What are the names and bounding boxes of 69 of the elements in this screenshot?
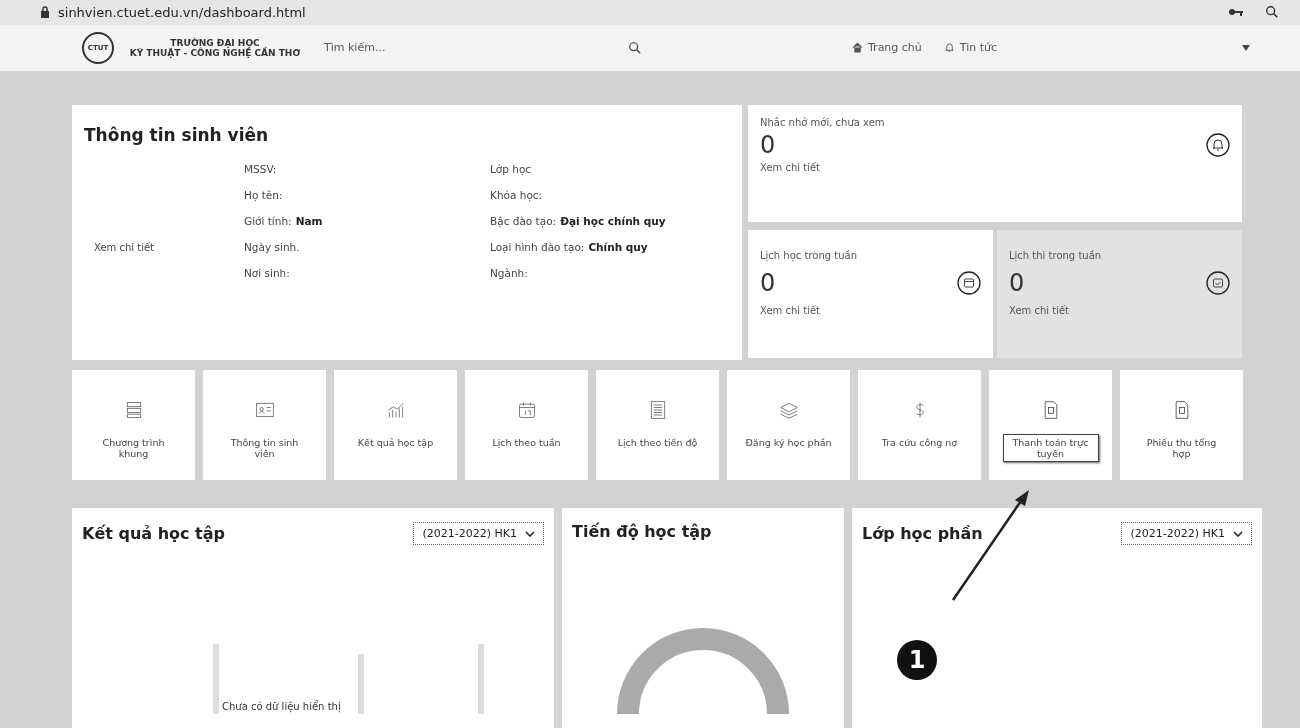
- chart-icon: [385, 400, 406, 420]
- shortcut-tile[interactable]: Kết quả học tập: [334, 370, 457, 480]
- stat-count: 0: [760, 131, 776, 159]
- card-title: Thông tin sinh viên: [84, 125, 270, 145]
- shortcut-tile[interactable]: Đăng ký học phần: [727, 370, 850, 480]
- tile-label: Phiếu thu tổng hợp: [1145, 436, 1218, 461]
- chevron-down-icon: [525, 530, 535, 537]
- empty-message: Chưa có dữ liệu hiển thị: [222, 701, 341, 712]
- info-field: Khóa học:: [490, 189, 730, 201]
- info-field: Ngày sinh.: [244, 241, 490, 253]
- url-text[interactable]: sinhvien.ctuet.edu.vn/dashboard.html: [58, 4, 306, 20]
- faint-bar: [213, 644, 219, 714]
- nav-link[interactable]: Tin tức: [943, 41, 998, 55]
- shortcut-tile[interactable]: Phiếu thu tổng hợp: [1120, 370, 1243, 480]
- calendar-check-icon: [1206, 271, 1230, 295]
- stack-icon: [778, 400, 799, 420]
- tile-label: Chương trình khung: [101, 436, 166, 461]
- tile-label: Đăng ký học phần: [744, 436, 833, 450]
- stat-count: 0: [760, 269, 776, 297]
- details-link[interactable]: Xem chi tiết: [1009, 305, 1230, 316]
- id-card-icon: [254, 400, 275, 420]
- info-field: Nơi sinh:: [244, 267, 490, 279]
- stat-title: Nhắc nhở mới, chưa xem: [760, 117, 886, 128]
- info-field: Bậc đào tạo: Đại học chính quy: [490, 215, 730, 227]
- nav-link[interactable]: Trang chủ: [852, 41, 922, 55]
- shortcut-tile[interactable]: Lịch theo tiến độ: [596, 370, 719, 480]
- tile-label: Thông tin sinh viên: [229, 436, 300, 461]
- tile-label: Lịch theo tuần: [491, 436, 562, 450]
- semester-select[interactable]: (2021-2022) HK1: [413, 522, 544, 545]
- info-field: Loại hình đào tạo: Chính quy: [490, 241, 730, 253]
- shortcut-tile[interactable]: Chương trình khung: [72, 370, 195, 480]
- semester-select[interactable]: (2021-2022) HK1: [1121, 522, 1252, 545]
- info-field: Họ tên:: [244, 189, 490, 201]
- tile-label: Tra cứu công nợ: [880, 436, 959, 450]
- bell-icon: [1206, 133, 1230, 157]
- panel-title: Kết quả học tập: [82, 524, 225, 543]
- calendar-icon: [957, 271, 981, 295]
- search-field[interactable]: Tìm kiếm...: [322, 40, 628, 56]
- lock-icon: [40, 6, 50, 19]
- shortcut-tile[interactable]: Lịch theo tuần: [465, 370, 588, 480]
- details-link[interactable]: Xem chi tiết: [760, 305, 981, 316]
- stat-title: Lịch thi trong tuần: [1009, 250, 1103, 261]
- info-field: MSSV:: [244, 163, 490, 175]
- tile-label: Thanh toán trực tuyến: [1002, 434, 1099, 462]
- faint-bar: [478, 644, 484, 714]
- faint-bar: [358, 654, 364, 714]
- school-name: KỸ THUẬT - CÔNG NGHỆ CẦN THƠ: [129, 47, 301, 58]
- panel-title: Tiến độ học tập: [572, 522, 712, 541]
- zoom-icon[interactable]: [1264, 5, 1280, 20]
- info-field: Giới tính: Nam: [244, 215, 490, 227]
- bell-icon: [943, 42, 955, 54]
- info-field: Ngành:: [490, 267, 730, 279]
- home-icon: [852, 42, 863, 54]
- chevron-down-icon: [1233, 530, 1243, 537]
- details-link[interactable]: Xem chi tiết: [760, 162, 1230, 173]
- info-field: Lớp học: [490, 163, 730, 175]
- search-icon[interactable]: [628, 40, 642, 55]
- panel-title: Lớp học phần: [862, 524, 983, 543]
- shortcut-tile[interactable]: Tra cứu công nợ: [858, 370, 981, 480]
- dropdown-caret-icon[interactable]: [1242, 44, 1250, 51]
- stat-title: Lịch học trong tuần: [760, 250, 859, 261]
- shortcut-tile[interactable]: Thông tin sinh viên: [203, 370, 326, 480]
- details-link[interactable]: Xem chi tiết: [94, 242, 244, 253]
- shortcut-tile[interactable]: Thanh toán trực tuyến: [989, 370, 1112, 480]
- school-name: TRƯỜNG ĐẠI HỌC: [170, 37, 260, 48]
- tile-label: Kết quả học tập: [356, 436, 435, 450]
- stat-count: 0: [1009, 269, 1025, 297]
- calendar-icon: [516, 400, 537, 420]
- tile-label: Lịch theo tiến độ: [616, 436, 699, 450]
